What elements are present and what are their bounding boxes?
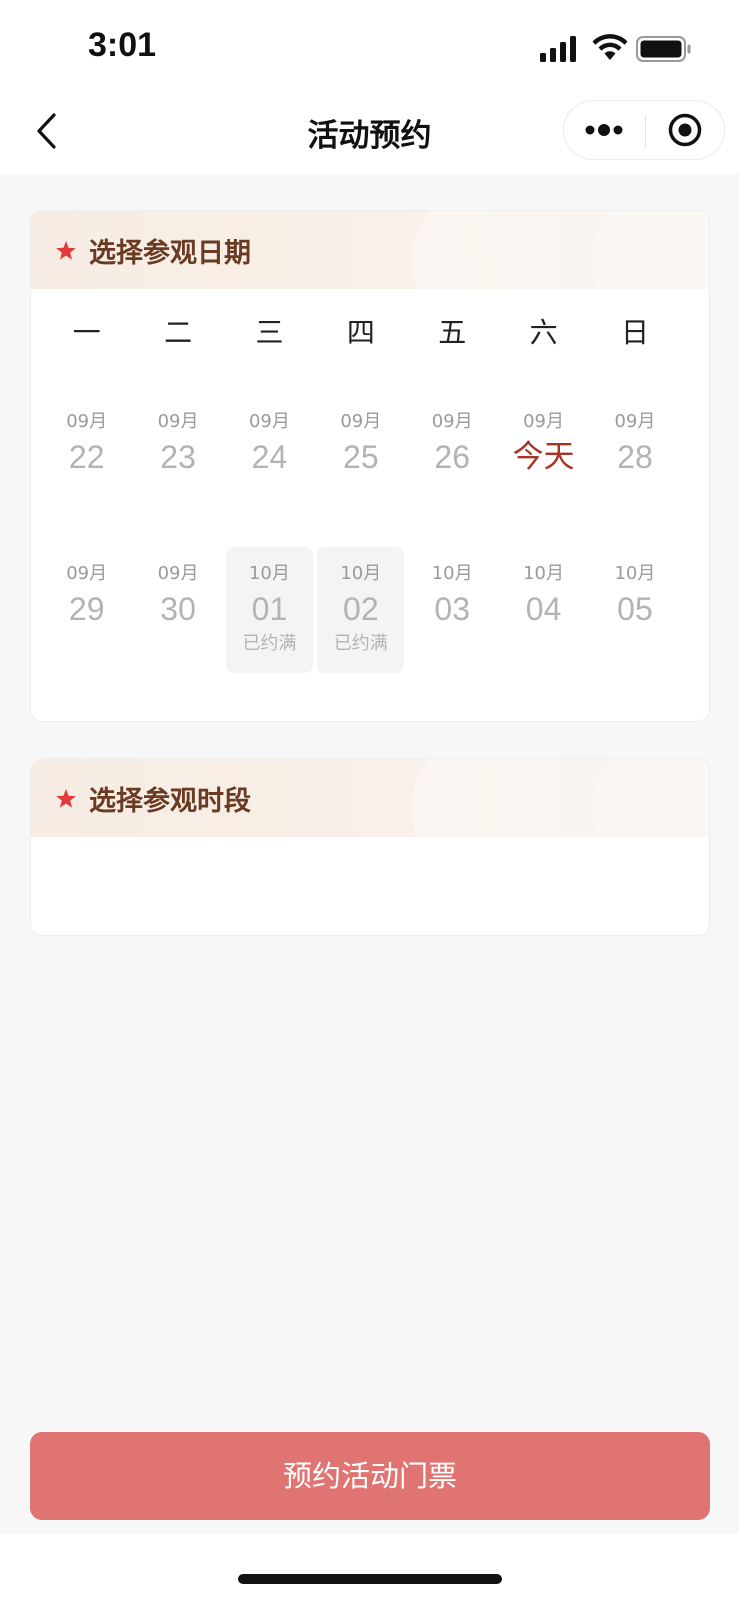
calendar-day[interactable]: 09月 24: [226, 395, 313, 521]
wifi-icon: [592, 34, 628, 60]
day-number: 05: [617, 591, 653, 627]
star-icon: [56, 789, 76, 808]
weekday-label: 二: [164, 316, 193, 349]
day-month: 09月: [614, 411, 656, 432]
day-status: 已约满: [242, 633, 297, 654]
calendar-day[interactable]: 10月 04: [500, 547, 587, 673]
calendar-day[interactable]: 10月 03: [409, 547, 496, 673]
day-number: 03: [434, 591, 470, 627]
day-number: 23: [160, 439, 196, 475]
home-indicator: [238, 1574, 502, 1584]
calendar-day[interactable]: 09月 29: [43, 547, 130, 673]
day-number: 29: [68, 591, 105, 627]
status-time: 3:01: [88, 26, 157, 64]
header-decoration: [591, 759, 709, 837]
day-number: 02: [343, 591, 379, 627]
calendar-day[interactable]: 09月 28: [591, 395, 678, 521]
date-section-title: 选择参观日期: [89, 238, 251, 269]
day-number: 30: [160, 591, 196, 627]
calendar-day[interactable]: 09月 26: [409, 395, 496, 521]
day-month: 10月: [431, 563, 473, 584]
day-number: 01: [251, 591, 288, 627]
day-month: 10月: [614, 563, 656, 584]
weekday-label: 一: [72, 316, 101, 349]
calendar-week-row: 09月 29 09月 30 10月 01 已约满 10月 02 已约满 10月 …: [41, 547, 681, 673]
day-month: 10月: [340, 563, 382, 584]
day-month: 09月: [66, 563, 108, 584]
book-ticket-button[interactable]: 预约活动门票: [30, 1432, 710, 1520]
day-month: 09月: [340, 411, 382, 432]
time-slot-card-header: 选择参观时段: [31, 759, 709, 837]
time-slot-card: 选择参观时段: [30, 758, 710, 936]
more-button[interactable]: [564, 101, 644, 159]
nav-bar: 活动预约: [0, 88, 739, 174]
calendar-week-row: 09月 22 09月 23 09月 24 09月 25 09月 26 09月 今…: [41, 395, 681, 521]
bottom-safe-area: [0, 1534, 739, 1600]
day-month: 10月: [523, 563, 565, 584]
weekday-label: 四: [346, 316, 375, 349]
day-month: 09月: [248, 411, 290, 432]
day-number: 25: [343, 439, 379, 475]
date-card-header: 选择参观日期: [31, 211, 709, 289]
calendar-day-today[interactable]: 09月 今天: [500, 395, 587, 521]
day-month: 09月: [431, 411, 473, 432]
weekday-label: 三: [255, 316, 284, 349]
battery-icon: [636, 36, 691, 62]
day-month: 09月: [66, 411, 108, 432]
mini-program-capsule: [563, 100, 725, 160]
day-month: 09月: [157, 563, 199, 584]
calendar-day[interactable]: 09月 22: [43, 395, 130, 521]
signal-icon: [540, 36, 576, 62]
day-month: 09月: [157, 411, 199, 432]
day-number: 22: [68, 439, 105, 475]
day-number-today: 今天: [512, 439, 575, 474]
calendar-day-full[interactable]: 10月 02 已约满: [317, 547, 405, 673]
calendar-day[interactable]: 09月 25: [317, 395, 404, 521]
day-month: 10月: [248, 563, 290, 584]
weekday-label: 六: [529, 316, 558, 349]
calendar-day[interactable]: 10月 05: [591, 547, 678, 673]
calendar-day[interactable]: 09月 30: [135, 547, 222, 673]
header-decoration: [591, 211, 709, 289]
more-icon: [585, 124, 623, 136]
day-status: 已约满: [333, 633, 388, 654]
calendar-day[interactable]: 09月 23: [135, 395, 222, 521]
calendar-day-full[interactable]: 10月 01 已约满: [225, 547, 313, 673]
day-number: 04: [525, 591, 562, 627]
close-target-icon: [668, 113, 702, 147]
star-icon: [56, 241, 76, 260]
weekday-label: 五: [438, 316, 467, 349]
status-bar: 3:01: [0, 0, 739, 88]
close-button[interactable]: [646, 101, 724, 159]
date-card: 选择参观日期 一 二 三 四 五 六 日 09月 22 09月 23 09月 2…: [30, 210, 710, 722]
day-number: 24: [251, 439, 288, 475]
weekday-header: 一 二 三 四 五 六 日: [41, 311, 681, 351]
day-number: 26: [434, 439, 470, 475]
day-number: 28: [617, 439, 653, 475]
time-section-title: 选择参观时段: [89, 786, 251, 817]
day-month: 09月: [523, 411, 565, 432]
weekday-label: 日: [621, 316, 650, 349]
